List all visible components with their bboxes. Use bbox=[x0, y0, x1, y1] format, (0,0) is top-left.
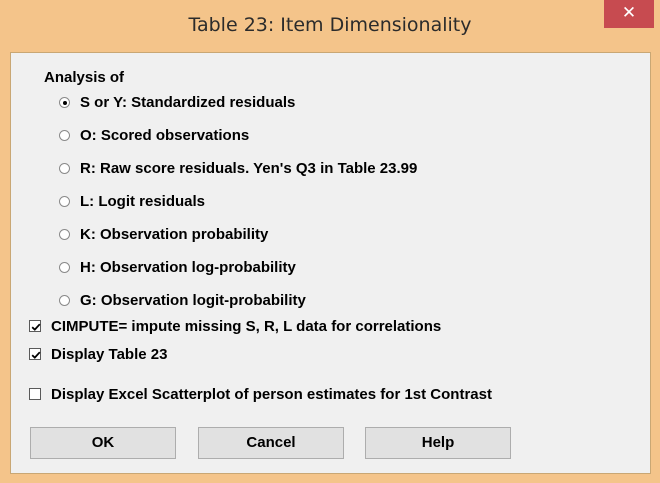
checkbox-excel-scatterplot[interactable]: Display Excel Scatterplot of person esti… bbox=[29, 383, 492, 405]
radio-button[interactable] bbox=[59, 195, 70, 207]
radio-button[interactable] bbox=[59, 294, 70, 306]
checkbox-label: Display Table 23 bbox=[51, 345, 168, 363]
radio-logit-residuals[interactable]: L: Logit residuals bbox=[59, 190, 205, 212]
checkbox-label: CIMPUTE= impute missing S, R, L data for… bbox=[51, 317, 442, 335]
checkbox-cimpute[interactable]: CIMPUTE= impute missing S, R, L data for… bbox=[29, 315, 441, 337]
radio-label: O: Scored observations bbox=[80, 126, 250, 144]
close-button[interactable]: ✕ bbox=[604, 0, 654, 28]
radio-button[interactable] bbox=[59, 162, 70, 174]
radio-raw-score-residuals[interactable]: R: Raw score residuals. Yen's Q3 in Tabl… bbox=[59, 157, 417, 179]
analysis-group-label: Analysis of bbox=[44, 69, 125, 86]
checkbox-checked[interactable] bbox=[29, 348, 41, 360]
radio-button[interactable] bbox=[59, 228, 70, 240]
dialog-window: Table 23: Item Dimensionality ✕ Analysis… bbox=[0, 0, 660, 483]
help-button[interactable]: Help bbox=[365, 427, 511, 459]
radio-observation-probability[interactable]: K: Observation probability bbox=[59, 223, 268, 245]
checkmark-icon bbox=[31, 351, 41, 359]
radio-standardized-residuals[interactable]: S or Y: Standardized residuals bbox=[59, 91, 295, 113]
radio-label: R: Raw score residuals. Yen's Q3 in Tabl… bbox=[80, 159, 418, 177]
ok-button[interactable]: OK bbox=[30, 427, 176, 459]
dialog-body: Analysis of S or Y: Standardized residua… bbox=[10, 52, 651, 474]
radio-button-selected[interactable] bbox=[59, 96, 70, 108]
close-icon: ✕ bbox=[621, 3, 637, 22]
radio-button[interactable] bbox=[59, 129, 70, 141]
radio-label: K: Observation probability bbox=[80, 225, 269, 243]
window-title: Table 23: Item Dimensionality bbox=[188, 14, 472, 36]
radio-label: L: Logit residuals bbox=[80, 192, 206, 210]
radio-scored-observations[interactable]: O: Scored observations bbox=[59, 124, 249, 146]
radio-label: S or Y: Standardized residuals bbox=[80, 93, 296, 111]
checkbox-label: Display Excel Scatterplot of person esti… bbox=[51, 385, 492, 403]
checkbox-display-table-23[interactable]: Display Table 23 bbox=[29, 343, 167, 365]
title-bar[interactable]: Table 23: Item Dimensionality ✕ bbox=[0, 0, 660, 52]
radio-observation-log-probability[interactable]: H: Observation log-probability bbox=[59, 256, 296, 278]
checkbox-checked[interactable] bbox=[29, 320, 41, 332]
cancel-button[interactable]: Cancel bbox=[198, 427, 344, 459]
radio-label: H: Observation log-probability bbox=[80, 258, 296, 276]
radio-button[interactable] bbox=[59, 261, 70, 273]
checkbox-unchecked[interactable] bbox=[29, 388, 41, 400]
checkmark-icon bbox=[31, 323, 41, 331]
radio-label: G: Observation logit-probability bbox=[80, 291, 306, 309]
radio-observation-logit-probability[interactable]: G: Observation logit-probability bbox=[59, 289, 306, 311]
